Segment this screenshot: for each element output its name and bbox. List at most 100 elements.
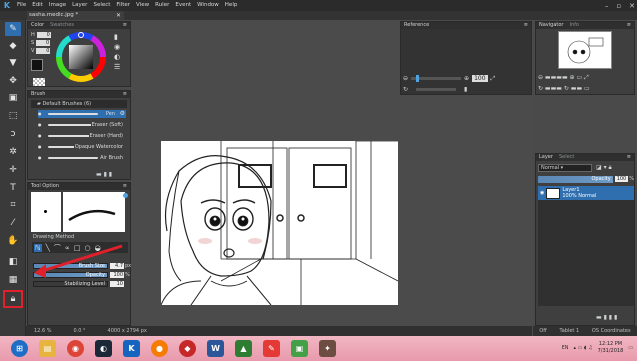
word-icon[interactable]: W bbox=[207, 340, 224, 357]
bucket-tool-icon[interactable]: ▼ bbox=[5, 56, 21, 70]
steam-icon[interactable]: ◐ bbox=[95, 340, 112, 357]
krita-app-icon[interactable]: K bbox=[123, 340, 140, 357]
primary-color-swatch[interactable] bbox=[31, 59, 43, 71]
media-icon[interactable]: ● bbox=[151, 340, 168, 357]
brush-size-slider[interactable]: Brush Size bbox=[33, 262, 108, 269]
brush-item[interactable]: ● Eraser (Hard) bbox=[38, 132, 126, 140]
minimize-icon[interactable]: – bbox=[605, 2, 609, 10]
layer-opacity-row[interactable]: Opacity 100 % bbox=[538, 175, 634, 183]
menu-item-file[interactable]: File bbox=[14, 0, 29, 11]
move-layer-icon[interactable]: ✛ bbox=[5, 163, 21, 177]
reference-menu-icon[interactable]: ≡ bbox=[524, 22, 528, 29]
menu-item-edit[interactable]: Edit bbox=[29, 0, 46, 11]
eyedropper-icon[interactable]: ⁄ bbox=[5, 216, 21, 230]
layer-lock-icons[interactable]: ◪ ▾ 🔒︎ bbox=[596, 164, 612, 172]
reference-open-icon[interactable]: ▮ bbox=[464, 86, 467, 93]
polyline-method-icon[interactable]: ∝ bbox=[65, 244, 70, 252]
hsv-value-field[interactable]: 0 bbox=[36, 48, 51, 54]
rotate-icon[interactable]: ↻ bbox=[403, 86, 408, 93]
tab-color[interactable]: Color bbox=[31, 22, 44, 28]
status-os-coordinates[interactable]: OS Coordinates bbox=[592, 328, 631, 334]
lock-transparency-icon[interactable]: 🔒︎ bbox=[3, 290, 23, 308]
ellipse-method-icon[interactable]: ○ bbox=[84, 244, 90, 252]
opacity-slider[interactable]: Opacity bbox=[33, 271, 108, 278]
opacity-row[interactable]: Opacity 100 % bbox=[33, 271, 131, 278]
hsv-value-field[interactable]: 0 bbox=[36, 32, 51, 38]
menu-item-filter[interactable]: Filter bbox=[113, 0, 133, 11]
tab-layer[interactable]: Layer bbox=[539, 154, 553, 160]
text-tool-icon[interactable]: T bbox=[5, 181, 21, 195]
maximize-icon[interactable]: ▫ bbox=[616, 2, 621, 10]
paint-icon[interactable]: ✎ bbox=[263, 340, 280, 357]
navigator-menu-icon[interactable]: ≡ bbox=[627, 22, 631, 29]
tool-option-menu-icon[interactable]: ≡ bbox=[123, 183, 127, 190]
color-side-icons[interactable]: ▮ ◉ ◐ ☰ bbox=[114, 32, 120, 72]
layer-actions[interactable]: ▬ ▮ ▮ ▮ bbox=[596, 314, 617, 321]
crop-tool-icon[interactable]: ⌗ bbox=[5, 198, 21, 212]
hand-tool-icon[interactable]: ✋ bbox=[5, 234, 21, 248]
line-method-icon[interactable]: ╲ bbox=[46, 244, 50, 252]
layer-clip-icon[interactable]: ▦ bbox=[5, 273, 21, 287]
fill-method-icon[interactable]: ◒ bbox=[95, 244, 101, 252]
clock[interactable]: 12:12 PM 7/31/2018 bbox=[598, 341, 624, 355]
color-wheel[interactable] bbox=[56, 32, 106, 82]
brush-settings-icon[interactable]: ⚙ bbox=[120, 110, 125, 117]
brush-group[interactable]: ▰ Default Brushes (6) bbox=[31, 100, 127, 108]
status-off[interactable]: Off bbox=[539, 328, 546, 334]
menu-item-select[interactable]: Select bbox=[90, 0, 113, 11]
pen-tool-icon[interactable]: ✎ bbox=[5, 22, 21, 36]
brush-item[interactable]: ● Pen ⚙ bbox=[38, 110, 126, 118]
close-icon[interactable]: ✕ bbox=[629, 2, 635, 10]
preview-settings-icon[interactable] bbox=[123, 193, 128, 198]
eraser-tool-icon[interactable]: ◆ bbox=[5, 39, 21, 53]
layer-mask-icon[interactable]: ◧ bbox=[5, 255, 21, 269]
fit-icon[interactable]: ⤢ bbox=[491, 75, 496, 83]
start-icon[interactable]: ⊞ bbox=[11, 340, 28, 357]
brush-size-row[interactable]: Brush Size 4.7 px bbox=[33, 262, 131, 269]
status-tablet[interactable]: Tablet 1 bbox=[559, 328, 579, 334]
opacity-value[interactable]: 100 bbox=[110, 271, 124, 278]
layer-opacity-slider[interactable]: Opacity bbox=[538, 175, 613, 183]
navigator-thumbnail[interactable] bbox=[558, 31, 612, 69]
panel-menu-icon[interactable]: ≡ bbox=[123, 22, 127, 29]
app-icon-green[interactable]: ▲ bbox=[235, 340, 252, 357]
tab-select[interactable]: Select bbox=[559, 154, 574, 160]
layer-opacity-value[interactable]: 100 bbox=[614, 176, 629, 182]
menu-item-image[interactable]: Image bbox=[46, 0, 69, 11]
app-icon-brown[interactable]: ✦ bbox=[319, 340, 336, 357]
stabilizing-slider[interactable]: Stabilizing Level bbox=[33, 280, 108, 287]
app-icon-red[interactable]: ◆ bbox=[179, 340, 196, 357]
drawing-canvas[interactable] bbox=[161, 141, 398, 305]
chrome-icon[interactable]: ◉ bbox=[67, 340, 84, 357]
zoom-in-icon[interactable]: ⊕ bbox=[464, 75, 469, 82]
freehand-method-icon[interactable]: ℕ bbox=[34, 243, 42, 252]
curve-method-icon[interactable]: ⌒ bbox=[54, 243, 61, 253]
language-indicator[interactable]: EN bbox=[562, 345, 569, 351]
document-tab[interactable]: sasha.medic.jpg * ✕ bbox=[27, 11, 124, 20]
reference-rotate-slider[interactable] bbox=[416, 88, 457, 91]
menu-item-window[interactable]: Window bbox=[194, 0, 222, 11]
move-tool-icon[interactable]: ✥ bbox=[5, 74, 21, 88]
brush-actions[interactable]: ▬ ▮ ▮ bbox=[96, 171, 112, 178]
stabilizing-row[interactable]: Stabilizing Level 10 bbox=[33, 280, 131, 287]
transparent-color-swatch[interactable] bbox=[33, 78, 45, 86]
reference-zoom-slider[interactable] bbox=[411, 75, 462, 82]
layer-menu-icon[interactable]: ≡ bbox=[627, 154, 631, 161]
navigator-zoom-row[interactable]: ⊖ ▬▬▬▬ ⊕ ▭ ⤢ bbox=[538, 74, 634, 83]
file-explorer-icon[interactable]: ▤ bbox=[39, 340, 56, 357]
brush-menu-icon[interactable]: ≡ bbox=[123, 91, 127, 98]
notification-icon[interactable]: ▭ bbox=[628, 345, 633, 351]
layer-row[interactable]: ◉ Layer1 100% Normal bbox=[538, 186, 634, 200]
menu-item-help[interactable]: Help bbox=[222, 0, 241, 11]
menu-item-view[interactable]: View bbox=[133, 0, 152, 11]
game-icon[interactable]: ▣ bbox=[291, 340, 308, 357]
menu-item-layer[interactable]: Layer bbox=[69, 0, 90, 11]
close-tab-icon[interactable]: ✕ bbox=[116, 11, 121, 20]
stabilizing-value[interactable]: 10 bbox=[110, 280, 124, 287]
tab-navigator[interactable]: Navigator bbox=[539, 22, 563, 28]
magic-wand-icon[interactable]: ✲ bbox=[5, 145, 21, 159]
tab-swatches[interactable]: Swatches bbox=[50, 22, 74, 28]
zoom-out-icon[interactable]: ⊖ bbox=[403, 75, 408, 82]
shape-tool-icon[interactable]: ▣ bbox=[5, 91, 21, 105]
select-rect-icon[interactable]: ⬚ bbox=[5, 109, 21, 123]
